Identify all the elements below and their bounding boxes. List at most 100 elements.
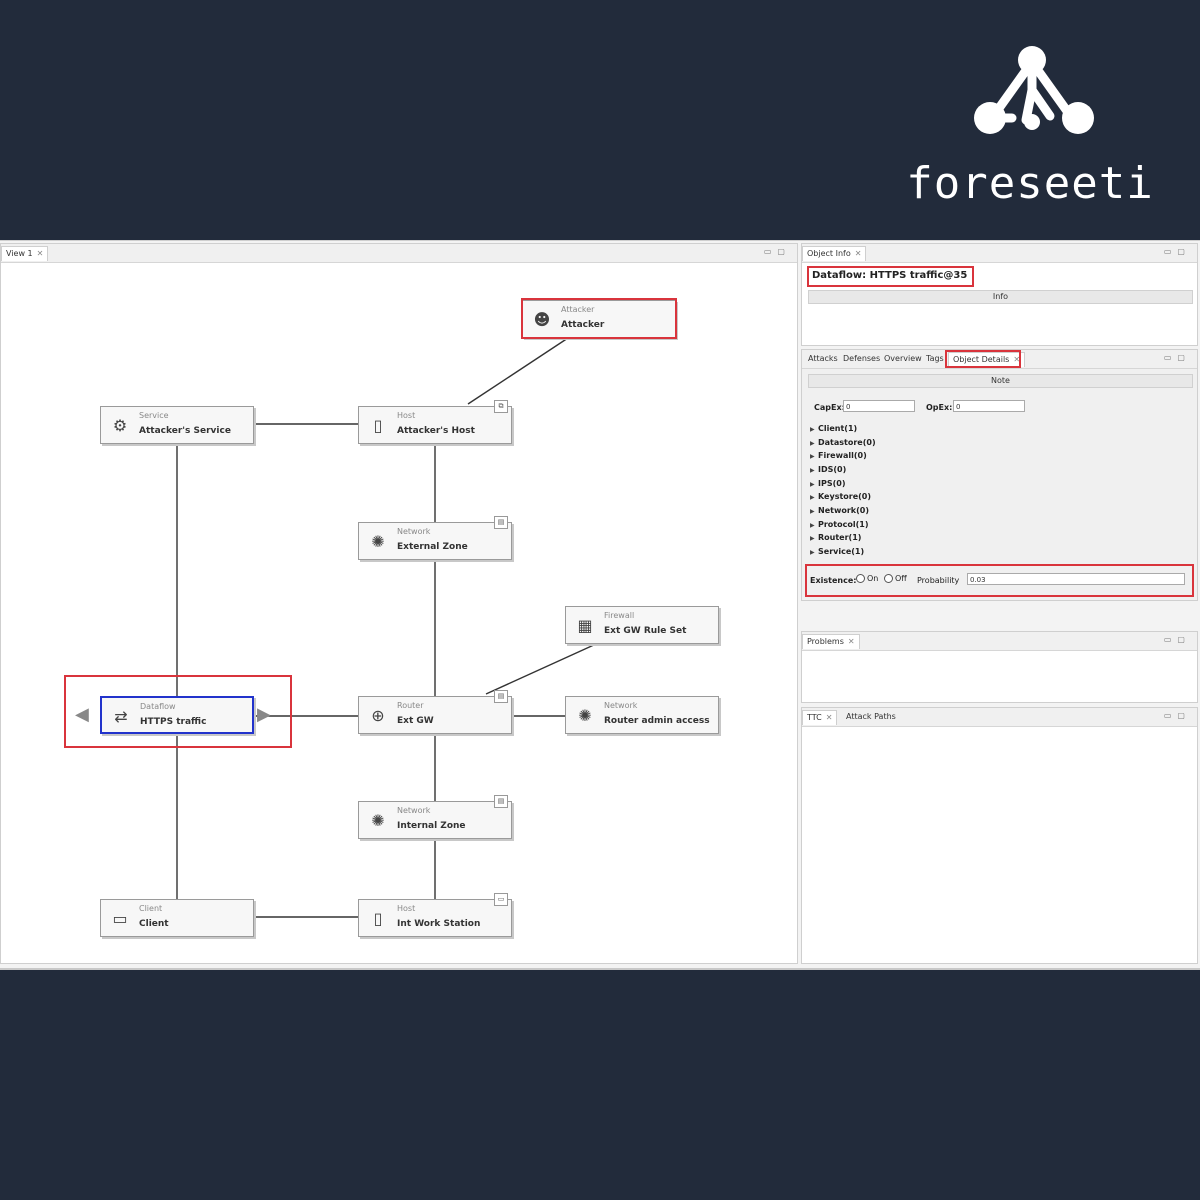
- server-icon: ▯: [373, 909, 383, 928]
- firewall-icon: ▦: [577, 616, 593, 635]
- tree-label: IDS(0): [818, 465, 847, 474]
- node-type: Host: [397, 904, 416, 913]
- tree-label: Client(1): [818, 424, 858, 433]
- expand-icon: ▶: [810, 426, 815, 433]
- info-bar[interactable]: Info: [808, 290, 1193, 304]
- existence-off-option[interactable]: Off: [880, 574, 907, 583]
- node-name: External Zone: [397, 542, 468, 552]
- node-router-admin-access[interactable]: ✺ Network Router admin access: [565, 696, 719, 734]
- tab-object-info[interactable]: Object Info ✕: [802, 246, 867, 261]
- problems-panel: Problems ✕ ▭▢: [801, 631, 1198, 703]
- tree-item-client[interactable]: ▶ Client(1): [810, 424, 857, 433]
- tab-attack-paths[interactable]: Attack Paths: [842, 710, 900, 724]
- node-badge-icon: ▤: [494, 795, 508, 808]
- node-type: Network: [397, 527, 431, 536]
- tree-item-keystore[interactable]: ▶ Keystore(0): [810, 492, 871, 501]
- node-attackers-service[interactable]: ⚙ Service Attacker's Service: [100, 406, 254, 444]
- node-type: Firewall: [604, 611, 635, 620]
- object-details-tab-highlight: [945, 350, 1021, 368]
- note-bar[interactable]: Note: [808, 374, 1193, 388]
- close-icon[interactable]: ✕: [855, 249, 862, 258]
- expand-icon: ▶: [810, 549, 815, 556]
- opex-field[interactable]: 0: [953, 400, 1025, 412]
- app-window: View 1 ✕ ▭▢ ☻ Attacker Attacker ⚙ Servic…: [0, 240, 1200, 970]
- node-badge-icon: ▤: [494, 516, 508, 529]
- capex-label: CapEx:: [814, 403, 845, 412]
- opex-label: OpEx:: [926, 403, 953, 412]
- expand-icon: ▶: [810, 494, 815, 501]
- window-controls[interactable]: ▭▢: [1164, 635, 1191, 644]
- brand: foreseeti: [880, 30, 1180, 230]
- tree-item-protocol[interactable]: ▶ Protocol(1): [810, 520, 868, 529]
- node-type: Dataflow: [140, 702, 176, 711]
- gears-icon: ⚙: [112, 416, 128, 435]
- expand-icon: ▶: [810, 522, 815, 529]
- tree-item-router[interactable]: ▶ Router(1): [810, 533, 861, 542]
- tree-item-service[interactable]: ▶ Service(1): [810, 547, 864, 556]
- close-icon[interactable]: ✕: [826, 713, 833, 722]
- probability-field[interactable]: 0.03: [967, 573, 1185, 585]
- radio-on[interactable]: [856, 574, 865, 583]
- node-name: Attacker's Service: [139, 426, 231, 436]
- tree-item-firewall[interactable]: ▶ Firewall(0): [810, 451, 867, 460]
- tree-label: Service(1): [818, 547, 865, 556]
- attacker-highlight: [521, 298, 677, 339]
- window-controls[interactable]: ▭▢: [1164, 353, 1191, 362]
- capex-field[interactable]: 0: [843, 400, 915, 412]
- node-type: Client: [139, 904, 163, 913]
- radio-off[interactable]: [884, 574, 893, 583]
- expand-icon: ▶: [810, 535, 815, 542]
- node-internal-zone[interactable]: ✺ Network Internal Zone ▤: [358, 795, 512, 839]
- tab-defenses[interactable]: Defenses: [839, 352, 884, 366]
- existence-on-option[interactable]: On: [852, 574, 878, 583]
- node-firewall[interactable]: ▦ Firewall Ext GW Rule Set: [565, 606, 719, 644]
- ttc-panel: TTC ✕ Attack Paths ▭▢: [801, 707, 1198, 964]
- dataflow-icon: ⇄: [114, 707, 128, 726]
- node-name: Router admin access: [604, 716, 710, 726]
- tree-label: Keystore(0): [818, 492, 872, 501]
- window-controls[interactable]: ▭▢: [1164, 711, 1191, 720]
- probability-label: Probability: [917, 576, 960, 585]
- object-title: Dataflow: HTTPS traffic@35: [812, 270, 968, 281]
- connection-lines: [176, 337, 597, 918]
- node-badge-icon: ⧉: [494, 400, 508, 413]
- tree-label: Firewall(0): [818, 451, 867, 460]
- network-icon: ✺: [578, 706, 592, 725]
- node-external-zone[interactable]: ✺ Network External Zone ▤: [358, 516, 512, 560]
- node-type: Service: [139, 411, 169, 420]
- tab-ttc[interactable]: TTC ✕: [802, 710, 838, 725]
- tree-item-ids[interactable]: ▶ IDS(0): [810, 465, 846, 474]
- tab-label: TTC: [807, 713, 822, 722]
- node-badge-icon: ▤: [494, 690, 508, 703]
- tab-attacks[interactable]: Attacks: [804, 352, 842, 366]
- node-int-work-station[interactable]: ▯ Host Int Work Station ▭: [358, 893, 512, 937]
- object-info-panel: Object Info ✕ ▭▢ Dataflow: HTTPS traffic@…: [801, 243, 1198, 346]
- node-name: Client: [139, 919, 169, 929]
- tab-overview[interactable]: Overview: [880, 352, 926, 366]
- tree-label: Network(0): [818, 506, 869, 515]
- tree-item-datastore[interactable]: ▶ Datastore(0): [810, 438, 876, 447]
- node-client[interactable]: ▭ Client Client: [100, 899, 254, 937]
- existence-label: Existence:: [810, 576, 857, 585]
- network-icon: ✺: [371, 811, 385, 830]
- node-attackers-host[interactable]: ▯ Host Attacker's Host ⧉: [358, 400, 512, 444]
- foreseeti-logo-icon: [974, 46, 1094, 134]
- tree-item-network[interactable]: ▶ Network(0): [810, 506, 869, 515]
- diagram-view: View 1 ✕ ▭▢ ☻ Attacker Attacker ⚙ Servic…: [0, 243, 798, 964]
- expand-icon: ▶: [810, 453, 815, 460]
- window-controls[interactable]: ▭▢: [1164, 247, 1191, 256]
- expand-icon: ▶: [810, 481, 815, 488]
- tree-item-ips[interactable]: ▶ IPS(0): [810, 479, 845, 488]
- node-dataflow[interactable]: ⇄ Dataflow HTTPS traffic: [100, 696, 254, 734]
- expand-icon: ▶: [810, 508, 815, 515]
- right-arrow-icon: ▶: [257, 704, 271, 725]
- node-router[interactable]: ⊕ Router Ext GW ▤: [358, 690, 512, 734]
- close-icon[interactable]: ✕: [848, 637, 855, 646]
- tree-label: IPS(0): [818, 479, 846, 488]
- tab-tags[interactable]: Tags: [922, 352, 948, 366]
- server-icon: ▯: [373, 416, 383, 435]
- tab-label: Object Info: [807, 249, 851, 258]
- radio-off-label: Off: [895, 574, 907, 583]
- tab-problems[interactable]: Problems ✕: [802, 634, 860, 649]
- tree-label: Router(1): [818, 533, 862, 542]
